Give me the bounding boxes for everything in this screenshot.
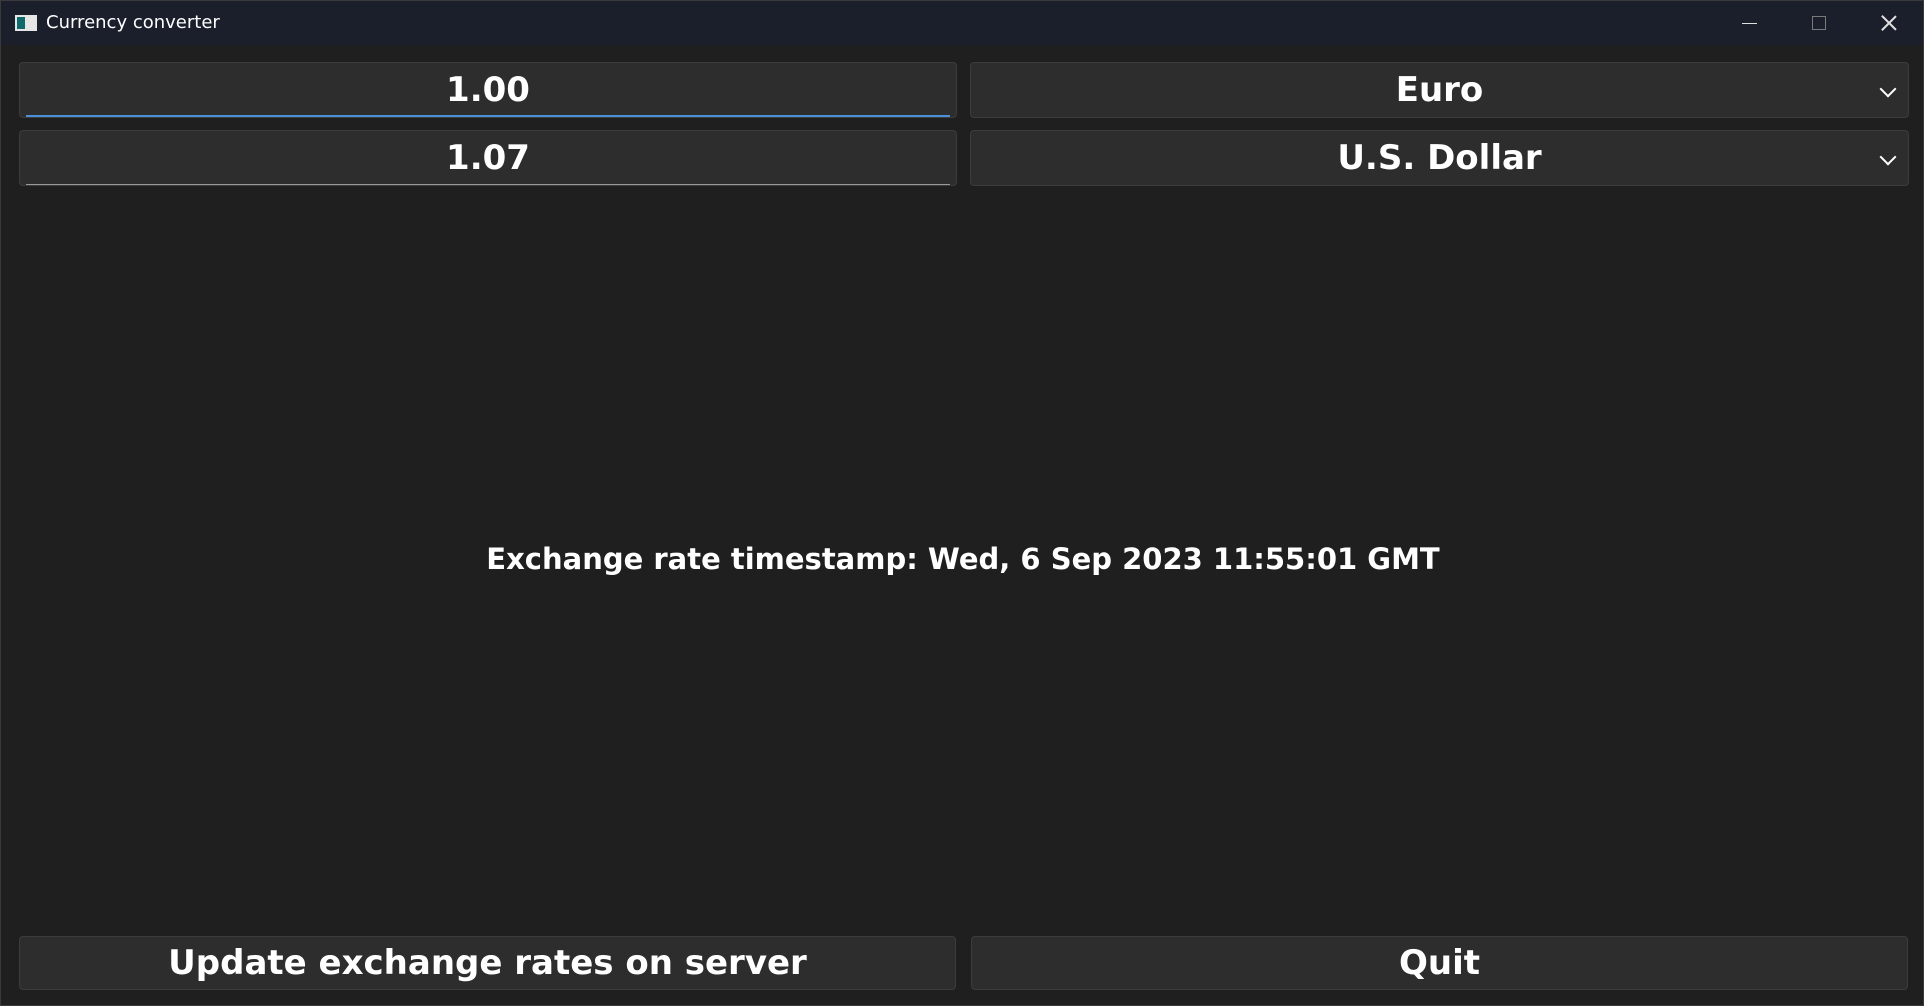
app-window: Currency converter Euro U.S. Dollar Exch…	[0, 0, 1924, 1006]
field-underline	[26, 184, 950, 185]
amount-from-field[interactable]	[19, 62, 957, 118]
exchange-rate-timestamp: Exchange rate timestamp: Wed, 6 Sep 2023…	[486, 542, 1440, 576]
close-icon	[1881, 15, 1897, 31]
chevron-down-icon	[1879, 148, 1897, 166]
app-icon	[15, 15, 37, 31]
amount-to-field[interactable]	[19, 130, 957, 186]
quit-button[interactable]: Quit	[971, 936, 1908, 990]
window-title: Currency converter	[46, 12, 220, 33]
currency-to-select[interactable]: U.S. Dollar	[970, 130, 1909, 186]
update-rates-button[interactable]: Update exchange rates on server	[19, 936, 956, 990]
currency-to-value: U.S. Dollar	[1337, 138, 1542, 178]
minimize-button[interactable]	[1714, 1, 1784, 45]
chevron-down-icon	[1879, 80, 1897, 98]
maximize-icon	[1812, 16, 1826, 30]
title-bar[interactable]: Currency converter	[1, 1, 1923, 45]
amount-from-input[interactable]	[20, 63, 956, 117]
focus-underline	[26, 115, 950, 117]
close-button[interactable]	[1854, 1, 1924, 45]
currency-from-select[interactable]: Euro	[970, 62, 1909, 118]
amount-to-input[interactable]	[20, 131, 956, 185]
maximize-button[interactable]	[1784, 1, 1854, 45]
currency-from-value: Euro	[1395, 70, 1484, 110]
minimize-icon	[1741, 22, 1757, 24]
